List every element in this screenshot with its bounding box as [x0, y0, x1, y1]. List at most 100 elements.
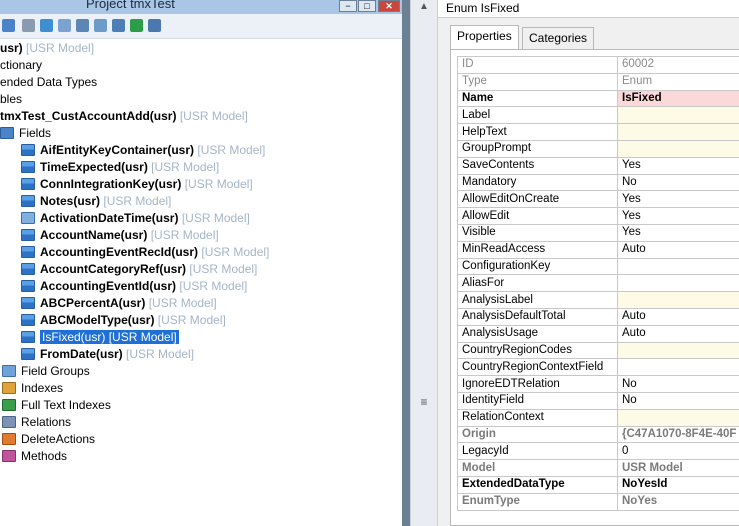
- property-row[interactable]: IdentityField No: [457, 391, 739, 410]
- tree-node-field[interactable]: AccountingEventRecId(usr) [USR Model]: [21, 244, 269, 261]
- property-row[interactable]: AllowEditOnCreate Yes: [457, 190, 739, 209]
- layers-icon[interactable]: [148, 19, 161, 32]
- property-value[interactable]: 60002: [617, 56, 739, 74]
- property-value[interactable]: [617, 106, 739, 125]
- property-value[interactable]: [617, 341, 739, 360]
- property-value[interactable]: IsFixed: [617, 89, 739, 108]
- tree-node-field[interactable]: ABCPercentA(usr) [USR Model]: [21, 295, 217, 312]
- property-value[interactable]: No: [617, 375, 739, 393]
- property-row[interactable]: ExtendedDataType NoYesId: [457, 475, 739, 494]
- property-value[interactable]: NoYes: [617, 492, 739, 511]
- tab-properties[interactable]: Properties: [450, 25, 519, 49]
- property-value[interactable]: [617, 274, 739, 293]
- property-row[interactable]: AnalysisDefaultTotal Auto: [457, 307, 739, 326]
- property-value[interactable]: [617, 123, 739, 141]
- property-value[interactable]: Yes: [617, 156, 739, 175]
- properties-icon[interactable]: [76, 19, 89, 32]
- close-button[interactable]: ✕: [378, 0, 400, 12]
- tree-node-field[interactable]: TimeExpected(usr) [USR Model]: [21, 159, 219, 176]
- property-value[interactable]: Auto: [617, 240, 739, 259]
- tab-categories[interactable]: Categories: [522, 27, 595, 49]
- filter-icon[interactable]: [22, 19, 35, 32]
- tree-node-methods[interactable]: Methods: [2, 448, 67, 465]
- tree-node-table[interactable]: tmxTest_CustAccountAdd(usr) [USR Model]: [0, 108, 248, 125]
- tree-node-field[interactable]: AccountCategoryRef(usr) [USR Model]: [21, 261, 257, 278]
- property-row[interactable]: CountryRegionContextField: [457, 358, 739, 377]
- property-row[interactable]: Origin {C47A1070-8F4E-40F: [457, 425, 739, 444]
- property-row[interactable]: RelationContext: [457, 408, 739, 427]
- tree-node-field[interactable]: AccountName(usr) [USR Model]: [21, 227, 219, 244]
- property-row[interactable]: HelpText: [457, 123, 739, 141]
- property-row[interactable]: Mandatory No: [457, 173, 739, 192]
- property-value[interactable]: No: [617, 391, 739, 410]
- property-value[interactable]: [617, 139, 739, 158]
- property-row[interactable]: ID 60002: [457, 56, 739, 74]
- property-value[interactable]: [617, 408, 739, 427]
- tree-node-extended-data-types[interactable]: ended Data Types: [0, 74, 97, 91]
- property-row[interactable]: AnalysisUsage Auto: [457, 324, 739, 343]
- property-value[interactable]: [617, 358, 739, 377]
- tree-node-delete-actions[interactable]: DeleteActions: [2, 431, 95, 448]
- property-value[interactable]: Auto: [617, 307, 739, 326]
- property-value[interactable]: No: [617, 173, 739, 192]
- compile-icon[interactable]: [94, 19, 107, 32]
- project-titlebar[interactable]: Project tmxTest − □ ✕: [0, 0, 402, 14]
- property-value[interactable]: 0: [617, 442, 739, 461]
- tree-node-field[interactable]: FromDate(usr) [USR Model]: [21, 346, 194, 363]
- property-value[interactable]: Enum: [617, 72, 739, 91]
- undo-icon[interactable]: [112, 19, 125, 32]
- property-row[interactable]: CountryRegionCodes: [457, 341, 739, 360]
- tree-node-field[interactable]: ActivationDateTime(usr) [USR Model]: [21, 210, 250, 227]
- property-row[interactable]: SaveContents Yes: [457, 156, 739, 175]
- scroll-up-arrow-icon[interactable]: ▲: [411, 0, 437, 14]
- maximize-button[interactable]: □: [358, 0, 376, 12]
- scroll-grip-icon[interactable]: ≡: [411, 395, 437, 409]
- tree-node-field[interactable]: AccountingEventId(usr) [USR Model]: [21, 278, 247, 295]
- property-value[interactable]: [617, 291, 739, 309]
- property-row[interactable]: LegacyId 0: [457, 442, 739, 461]
- tree-node-field[interactable]: Notes(usr) [USR Model]: [21, 193, 171, 210]
- property-row[interactable]: Model USR Model: [457, 459, 739, 477]
- property-row[interactable]: AliasFor: [457, 274, 739, 293]
- minimize-button[interactable]: −: [339, 0, 357, 12]
- property-value[interactable]: USR Model: [617, 459, 739, 477]
- tree-node-full-text-indexes[interactable]: Full Text Indexes: [2, 397, 111, 414]
- property-row[interactable]: Visible Yes: [457, 223, 739, 242]
- tree-node-root[interactable]: usr) [USR Model]: [0, 40, 94, 57]
- vertical-scrollbar[interactable]: ▲ ≡: [410, 0, 438, 526]
- new-item-icon[interactable]: [40, 19, 53, 32]
- property-value[interactable]: Yes: [617, 223, 739, 242]
- property-value[interactable]: Yes: [617, 190, 739, 209]
- property-value[interactable]: Auto: [617, 324, 739, 343]
- tree-node-indexes[interactable]: Indexes: [2, 380, 63, 397]
- tree-node-model: [USR Model]: [189, 262, 258, 276]
- property-value[interactable]: {C47A1070-8F4E-40F: [617, 425, 739, 444]
- property-row[interactable]: EnumType NoYes: [457, 492, 739, 511]
- property-row[interactable]: Name IsFixed: [457, 89, 739, 108]
- property-row[interactable]: Label: [457, 106, 739, 125]
- property-row[interactable]: IgnoreEDTRelation No: [457, 375, 739, 393]
- tree-node-field[interactable]: AifEntityKeyContainer(usr) [USR Model]: [21, 142, 265, 159]
- tree-node-field-groups[interactable]: Field Groups: [2, 363, 90, 380]
- property-row[interactable]: ConfigurationKey: [457, 257, 739, 276]
- property-value[interactable]: NoYesId: [617, 475, 739, 494]
- property-row[interactable]: AllowEdit Yes: [457, 207, 739, 225]
- property-row[interactable]: AnalysisLabel: [457, 291, 739, 309]
- property-row[interactable]: MinReadAccess Auto: [457, 240, 739, 259]
- tree-node-field[interactable]: ConnIntegrationKey(usr) [USR Model]: [21, 176, 253, 193]
- tree-node-field-selected[interactable]: IsFixed(usr) [USR Model]: [21, 329, 179, 346]
- toolbar-tool-icon[interactable]: [2, 19, 15, 32]
- property-key: SaveContents: [457, 156, 618, 175]
- property-value[interactable]: Yes: [617, 207, 739, 225]
- window-splitter[interactable]: [402, 0, 410, 526]
- tree-node-fields[interactable]: Fields: [0, 125, 51, 142]
- tree-node-relations[interactable]: Relations: [2, 414, 71, 431]
- property-row[interactable]: GroupPrompt: [457, 139, 739, 158]
- open-icon[interactable]: [58, 19, 71, 32]
- property-row[interactable]: Type Enum: [457, 72, 739, 91]
- tree-node-tables[interactable]: bles: [0, 91, 22, 108]
- refresh-icon[interactable]: [130, 19, 143, 32]
- property-value[interactable]: [617, 257, 739, 276]
- tree-node-field[interactable]: ABCModelType(usr) [USR Model]: [21, 312, 226, 329]
- tree-node-dictionary[interactable]: ctionary: [0, 57, 42, 74]
